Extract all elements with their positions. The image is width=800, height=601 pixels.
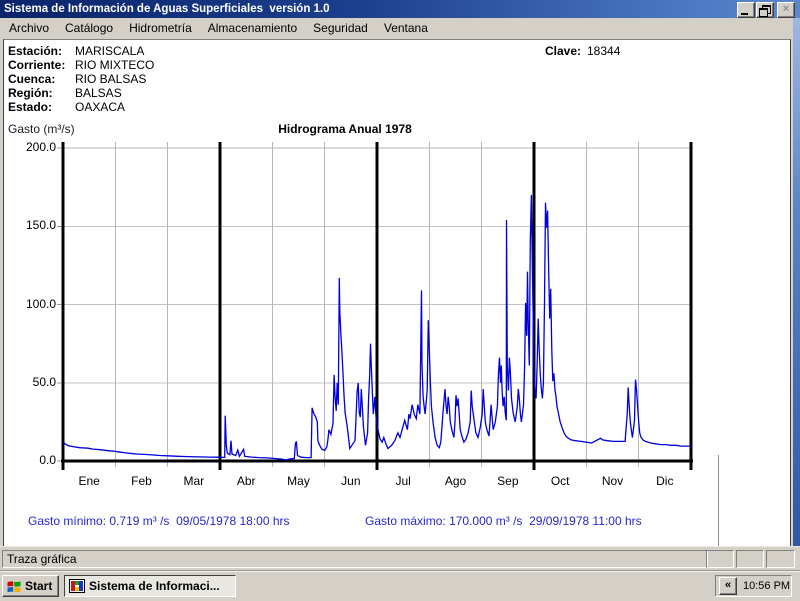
close-button[interactable]: × (777, 2, 795, 18)
status-pane-3 (766, 550, 795, 568)
status-bar: Traza gráfica (0, 546, 800, 572)
x-axis-month-label: Mar (168, 474, 220, 488)
start-button[interactable]: Start (2, 575, 59, 597)
task-button-sias[interactable]: Sistema de Informaci... (64, 575, 236, 597)
hydrograph-plot (4, 40, 724, 495)
gasto-minimo-annotation: Gasto mínimo: 0.719 m³ /s 09/05/1978 18:… (8, 500, 290, 542)
menu-bar: Archivo Catálogo Hidrometría Almacenamie… (0, 18, 800, 38)
sias-app-icon (69, 578, 85, 594)
menu-item-hidrometria[interactable]: Hidrometría (121, 19, 200, 37)
y-axis-tick-label: 100.0 (16, 297, 56, 311)
y-axis-tick-label: 0.0 (16, 453, 56, 467)
minimize-icon (741, 13, 748, 15)
menu-item-ventana[interactable]: Ventana (376, 19, 436, 37)
restore-button[interactable] (756, 2, 774, 18)
menu-item-seguridad[interactable]: Seguridad (305, 19, 376, 37)
x-axis-month-label: May (272, 474, 324, 488)
taskbar-clock: 10:56 PM (743, 580, 790, 592)
window-title: Sistema de Información de Aguas Superfic… (0, 3, 330, 15)
taskbar: Start Sistema de Informaci... « 10:56 PM (0, 571, 800, 601)
y-axis-tick-label: 200.0 (16, 140, 56, 154)
x-axis-month-label: Sep (482, 474, 534, 488)
x-axis-month-label: Ene (63, 474, 115, 488)
x-axis-month-label: Feb (115, 474, 167, 488)
x-axis-month-label: Ago (429, 474, 481, 488)
minimize-button[interactable] (737, 2, 755, 18)
tray-expand-chevron[interactable]: « (719, 577, 737, 595)
title-bar: Sistema de Información de Aguas Superfic… (0, 0, 800, 18)
child-window-edge (718, 455, 719, 546)
status-pane-1 (706, 550, 734, 568)
caption-buttons: × (736, 2, 795, 18)
gasto-maximo-annotation: Gasto máximo: 170.000 m³ /s 29/09/1978 1… (345, 500, 642, 542)
menu-item-archivo[interactable]: Archivo (1, 19, 57, 37)
client-area: Estación: MARISCALA Corriente: RIO MIXTE… (0, 38, 793, 546)
status-message: Traza gráfica (2, 550, 708, 568)
status-pane-2 (736, 550, 764, 568)
x-axis-month-label: Jun (325, 474, 377, 488)
system-tray: « 10:56 PM (715, 575, 792, 597)
start-label: Start (25, 579, 52, 593)
x-axis-month-label: Oct (534, 474, 586, 488)
menu-item-almacenamiento[interactable]: Almacenamiento (200, 19, 305, 37)
x-axis-month-label: Dic (639, 474, 691, 488)
y-axis-tick-label: 50.0 (16, 375, 56, 389)
windows-logo-icon (6, 578, 22, 594)
task-button-label: Sistema de Informaci... (89, 579, 220, 593)
y-axis-tick-label: 150.0 (16, 218, 56, 232)
document-panel: Estación: MARISCALA Corriente: RIO MIXTE… (3, 39, 791, 546)
desktop-background (793, 18, 800, 571)
x-axis-month-label: Nov (586, 474, 638, 488)
x-axis-month-label: Jul (377, 474, 429, 488)
x-axis-month-label: Abr (220, 474, 272, 488)
menu-item-catalogo[interactable]: Catálogo (57, 19, 121, 37)
